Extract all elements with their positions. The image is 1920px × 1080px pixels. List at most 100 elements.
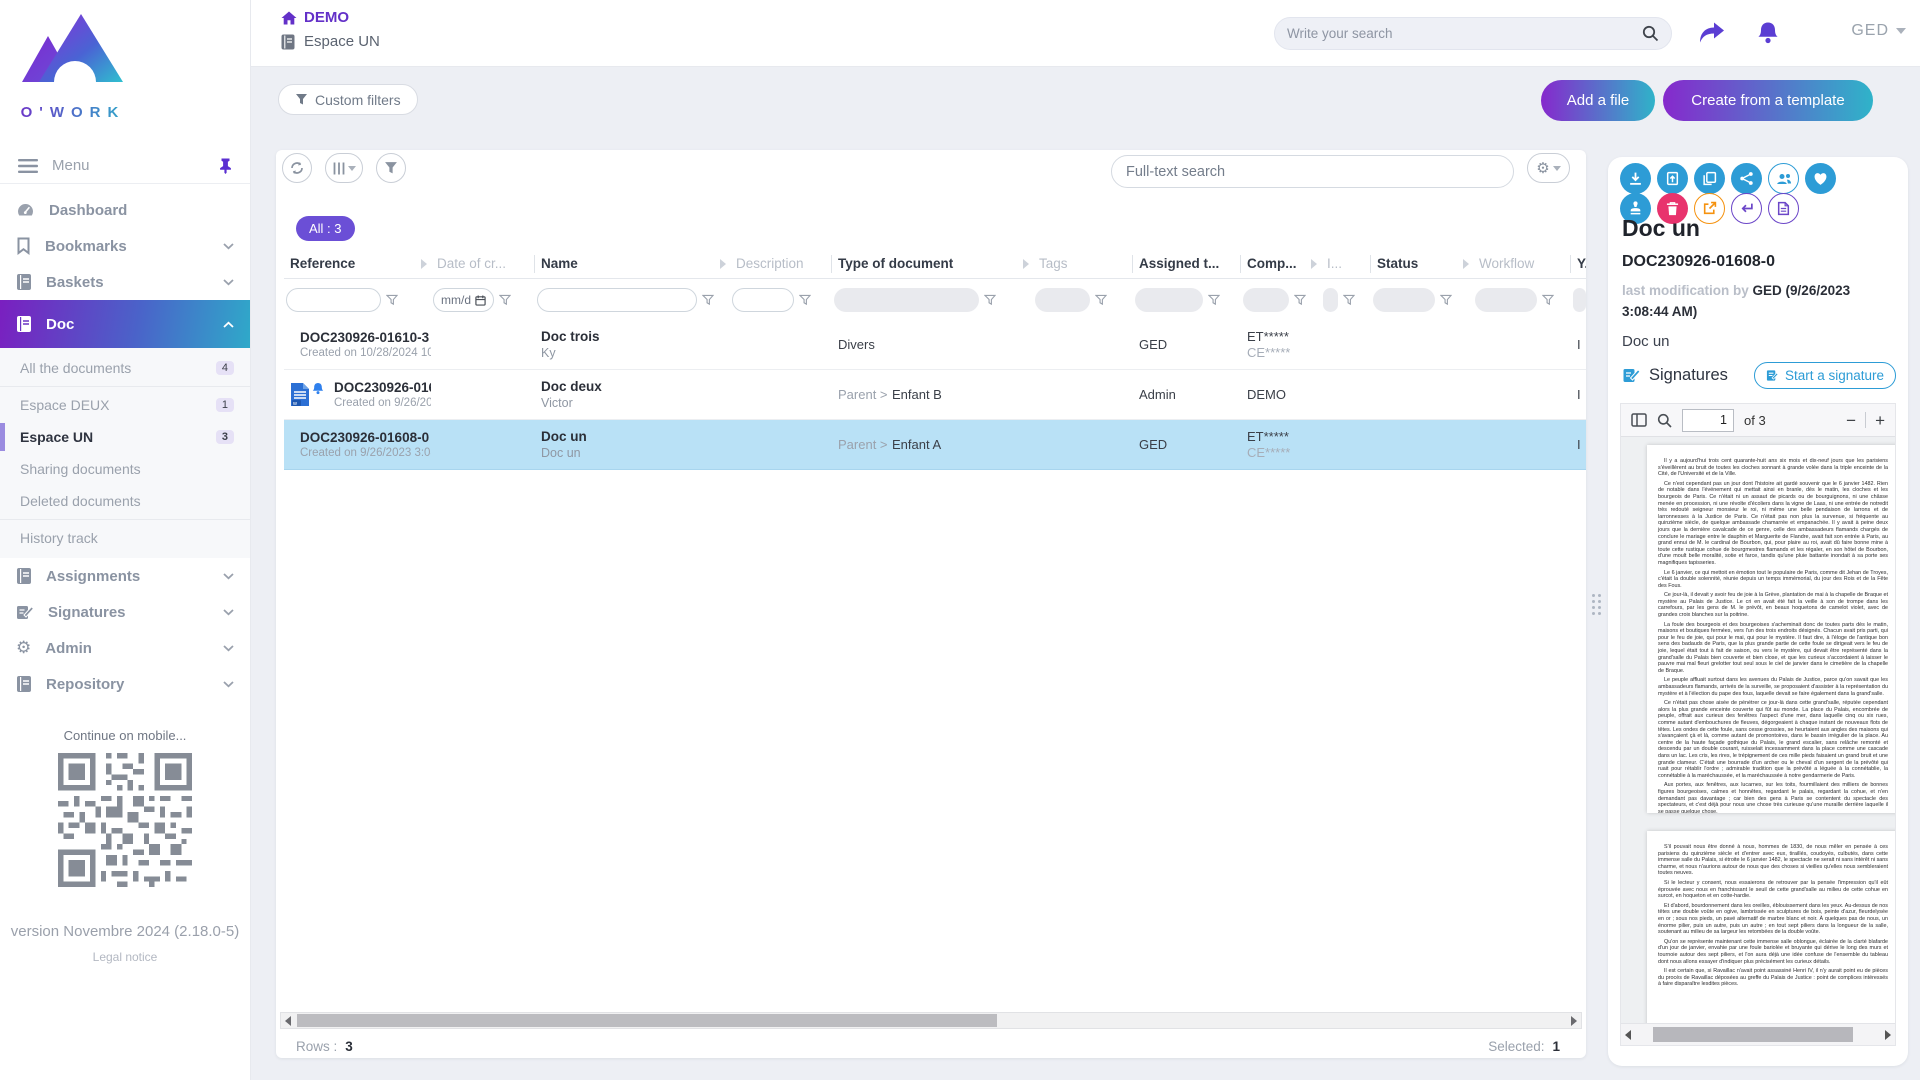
upload-version-button[interactable]: [1657, 163, 1688, 194]
submenu-item-history-track[interactable]: History track: [0, 522, 250, 554]
filter-input-tags[interactable]: [1035, 288, 1090, 312]
zoom-in-button[interactable]: +: [1875, 412, 1885, 429]
search-icon[interactable]: [1642, 25, 1659, 42]
table-filter-button[interactable]: [376, 153, 406, 183]
start-signature-button[interactable]: Start a signature: [1754, 362, 1896, 389]
column-header-name[interactable]: Name: [535, 256, 730, 271]
pdf-search-icon[interactable]: [1657, 413, 1672, 428]
filter-input-y[interactable]: [1573, 288, 1586, 312]
filter-input-type[interactable]: [834, 288, 979, 312]
filter-funnel-icon[interactable]: [1095, 294, 1107, 306]
scrollbar-thumb[interactable]: [297, 1014, 997, 1027]
pdf-pages[interactable]: Il y a aujourd'hui trois cent quarante-h…: [1621, 437, 1895, 1023]
column-header-date[interactable]: Date of cr...: [431, 255, 535, 273]
sidebar-item-admin[interactable]: ⚙ Admin: [0, 630, 250, 666]
zoom-out-button[interactable]: −: [1846, 412, 1856, 429]
space-title[interactable]: Espace UN: [304, 33, 380, 50]
filter-funnel-icon[interactable]: [799, 294, 811, 306]
table-row-selected[interactable]: DOC230926-01608-0 Created on 9/26/2023 3…: [284, 420, 1586, 470]
table-horizontal-scrollbar[interactable]: [280, 1012, 1582, 1029]
page-number-input[interactable]: [1682, 409, 1734, 432]
sidebar-item-bookmarks[interactable]: Bookmarks: [0, 228, 250, 264]
column-header-tags[interactable]: Tags: [1033, 255, 1133, 273]
sidebar-item-dashboard[interactable]: Dashboard: [0, 192, 250, 228]
add-file-button[interactable]: Add a file: [1541, 80, 1655, 121]
column-header-workflow[interactable]: Workflow: [1473, 255, 1571, 273]
return-button[interactable]: [1731, 193, 1762, 224]
legal-notice-link[interactable]: Legal notice: [0, 950, 250, 964]
all-count-chip[interactable]: All : 3: [296, 216, 355, 241]
table-settings-button[interactable]: ⚙: [1527, 153, 1570, 183]
filter-funnel-icon[interactable]: [499, 294, 511, 306]
table-row[interactable]: w DOC230926-01609-0 Created on 9/26/2023…: [284, 370, 1586, 420]
filter-funnel-icon[interactable]: [1542, 294, 1554, 306]
sidebar-item-baskets[interactable]: Baskets: [0, 264, 250, 300]
scroll-left-arrow-icon[interactable]: [285, 1016, 291, 1026]
submenu-item-espace-un[interactable]: Espace UN 3: [0, 421, 250, 453]
pin-icon[interactable]: [219, 158, 232, 174]
filter-funnel-icon[interactable]: [1294, 294, 1306, 306]
submenu-item-all-documents[interactable]: All the documents 4: [0, 352, 250, 384]
column-header-type[interactable]: Type of document: [832, 256, 1033, 271]
sidebar-toggle-icon[interactable]: [1631, 413, 1647, 427]
panel-resize-handle[interactable]: [1592, 594, 1601, 615]
submenu-item-espace-deux[interactable]: Espace DEUX 1: [0, 389, 250, 421]
app-title[interactable]: DEMO: [304, 9, 349, 26]
sidebar-menu-toggle[interactable]: Menu: [0, 148, 250, 184]
favorite-button[interactable]: [1805, 163, 1836, 194]
users-icon: [1776, 172, 1792, 186]
filter-input-comp[interactable]: [1243, 288, 1289, 312]
filter-input-reference[interactable]: [286, 288, 381, 312]
sidebar-item-signatures[interactable]: Signatures: [0, 594, 250, 630]
filter-funnel-icon[interactable]: [386, 294, 398, 306]
column-header-status[interactable]: Status: [1371, 256, 1473, 271]
column-header-y[interactable]: Y...: [1571, 256, 1586, 271]
scroll-left-arrow-icon[interactable]: [1625, 1030, 1631, 1040]
filter-funnel-icon[interactable]: [1208, 294, 1220, 306]
filter-input-date[interactable]: mm/d: [433, 288, 494, 312]
columns-button[interactable]: [325, 153, 363, 183]
notifications-button[interactable]: [1751, 16, 1785, 50]
filter-input-description[interactable]: [732, 288, 794, 312]
column-header-description[interactable]: Description: [730, 255, 832, 273]
filter-funnel-icon[interactable]: [1343, 294, 1355, 306]
column-header-reference[interactable]: Reference: [284, 256, 431, 271]
assign-users-button[interactable]: [1768, 163, 1799, 194]
filter-input-i[interactable]: [1323, 288, 1338, 312]
filter-funnel-icon[interactable]: [984, 294, 996, 306]
download-button[interactable]: [1620, 163, 1651, 194]
global-search-input[interactable]: [1287, 26, 1642, 41]
fulltext-search-input[interactable]: [1126, 164, 1499, 180]
filter-input-workflow[interactable]: [1475, 288, 1537, 312]
chevron-up-icon: [223, 321, 234, 328]
user-menu[interactable]: GED: [1851, 22, 1906, 40]
sidebar-item-doc[interactable]: Doc: [0, 300, 250, 348]
scroll-right-arrow-icon[interactable]: [1571, 1016, 1577, 1026]
sidebar-item-repository[interactable]: Repository: [0, 666, 250, 702]
submenu-item-sharing-documents[interactable]: Sharing documents: [0, 453, 250, 485]
alert-bell-icon: [312, 382, 324, 395]
copy-button[interactable]: [1694, 163, 1725, 194]
pdf-horizontal-scrollbar[interactable]: [1621, 1023, 1895, 1045]
column-header-comp[interactable]: Comp...: [1241, 256, 1321, 271]
column-header-assigned[interactable]: Assigned t...: [1133, 255, 1241, 273]
share-redirect-button[interactable]: [1695, 16, 1729, 50]
custom-filters-button[interactable]: Custom filters: [278, 84, 418, 115]
submenu-item-deleted-documents[interactable]: Deleted documents: [0, 485, 250, 517]
column-header-i[interactable]: I...: [1321, 255, 1371, 273]
scroll-right-arrow-icon[interactable]: [1885, 1030, 1891, 1040]
share-button[interactable]: [1731, 163, 1762, 194]
filter-funnel-icon[interactable]: [702, 294, 714, 306]
document-properties-button[interactable]: [1768, 193, 1799, 224]
signatures-label: Signatures: [1649, 366, 1728, 385]
table-row[interactable]: DOC230926-01610-3 Created on 10/28/2024 …: [284, 320, 1586, 370]
filter-input-status[interactable]: [1373, 288, 1435, 312]
sidebar-item-assignments[interactable]: Assignments: [0, 558, 250, 594]
filter-funnel-icon[interactable]: [1440, 294, 1452, 306]
scrollbar-thumb[interactable]: [1653, 1027, 1853, 1042]
filter-input-assigned[interactable]: [1135, 288, 1203, 312]
create-from-template-button[interactable]: Create from a template: [1663, 80, 1873, 121]
refresh-button[interactable]: [282, 153, 312, 183]
doc-assigned: GED: [1139, 437, 1167, 452]
filter-input-name[interactable]: [537, 288, 697, 312]
